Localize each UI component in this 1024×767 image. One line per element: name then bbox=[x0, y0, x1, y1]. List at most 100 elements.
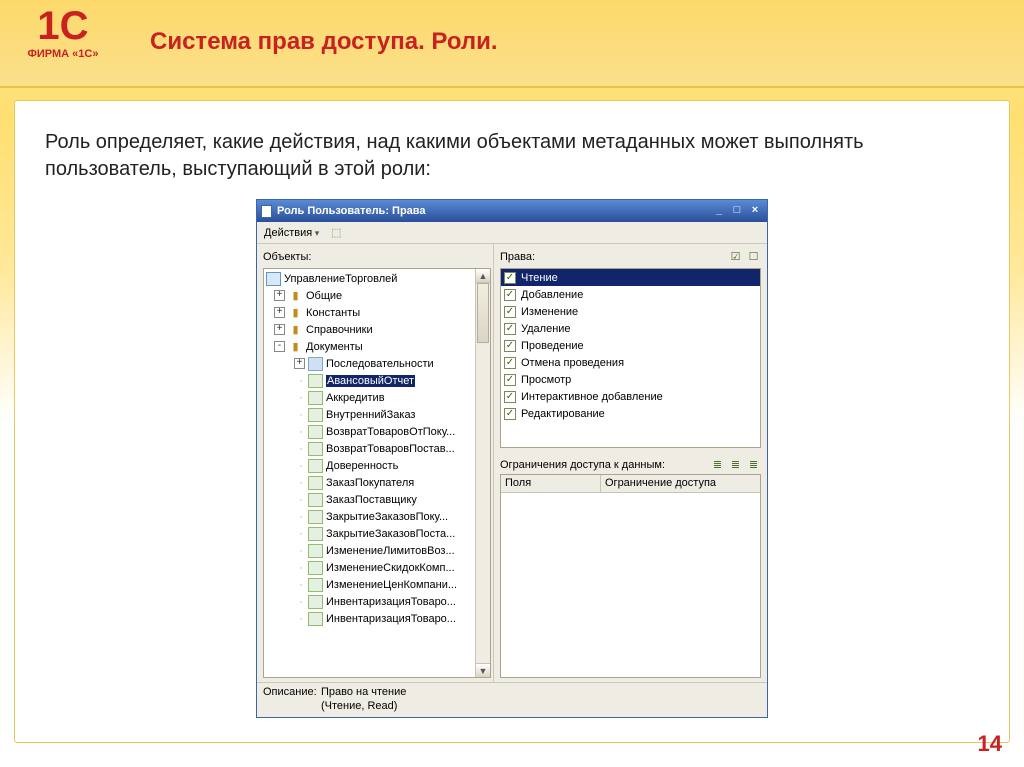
checkbox-icon[interactable]: ✓ bbox=[504, 374, 516, 386]
tree-connector-icon: · bbox=[294, 545, 308, 557]
tree-scrollbar[interactable]: ▲ ▼ bbox=[475, 269, 490, 677]
tree-document[interactable]: ·ВнутреннийЗаказ bbox=[264, 406, 490, 423]
right-label: Просмотр bbox=[521, 374, 571, 386]
document-icon bbox=[308, 595, 323, 609]
tree-document[interactable]: ·ИзменениеЦенКомпани... bbox=[264, 576, 490, 593]
tree-document[interactable]: ·ИзменениеЛимитовВоз... bbox=[264, 542, 490, 559]
restrictions-label: Ограничения доступа к данным: bbox=[500, 459, 665, 471]
right-item[interactable]: ✓ Редактирование bbox=[501, 405, 760, 422]
tree-document[interactable]: ·ВозвратТоваровОтПоку... bbox=[264, 423, 490, 440]
description-text: Право на чтение(Чтение, Read) bbox=[321, 686, 761, 714]
folder-icon: ▮ bbox=[288, 323, 303, 337]
checkbox-icon[interactable]: ✓ bbox=[504, 391, 516, 403]
right-item[interactable]: ✓Проведение bbox=[501, 337, 760, 354]
rights-pane: Права: ☑ ☐ ✓Чтение✓Добавление✓Изменение✓… bbox=[494, 244, 767, 682]
document-icon bbox=[308, 510, 323, 524]
right-item[interactable]: ✓ Интерактивное добавление bbox=[501, 388, 760, 405]
document-icon bbox=[308, 442, 323, 456]
tree-connector-icon: · bbox=[294, 426, 308, 438]
uncheck-all-icon[interactable]: ☐ bbox=[746, 250, 761, 264]
restrictions-grid[interactable]: Поля Ограничение доступа bbox=[500, 474, 761, 678]
checkbox-icon[interactable]: ✓ bbox=[504, 272, 516, 284]
scroll-down-icon[interactable]: ▼ bbox=[476, 663, 490, 677]
tree-group[interactable]: +▮Справочники bbox=[264, 321, 490, 338]
right-item[interactable]: ✓Отмена проведения bbox=[501, 354, 760, 371]
grid-col-restriction[interactable]: Ограничение доступа bbox=[601, 475, 760, 492]
tree-document[interactable]: ·ИзменениеСкидокКомп... bbox=[264, 559, 490, 576]
description-bar: Описание: Право на чтение(Чтение, Read) bbox=[257, 682, 767, 717]
document-icon bbox=[308, 578, 323, 592]
document-icon bbox=[308, 408, 323, 422]
checkbox-icon[interactable]: ✓ bbox=[504, 357, 516, 369]
right-item[interactable]: ✓Чтение bbox=[501, 269, 760, 286]
maximize-button[interactable]: □ bbox=[729, 204, 745, 218]
edit-restriction-icon[interactable]: ≣ bbox=[728, 458, 743, 472]
right-item[interactable]: ✓Изменение bbox=[501, 303, 760, 320]
expander-icon[interactable]: + bbox=[274, 307, 285, 318]
tree-connector-icon: · bbox=[294, 579, 308, 591]
tree-document[interactable]: ·ВозвратТоваровПостав... bbox=[264, 440, 490, 457]
right-label: Интерактивное добавление bbox=[521, 391, 663, 403]
tree-document[interactable]: ·Аккредитив bbox=[264, 389, 490, 406]
right-item[interactable]: ✓ Добавление bbox=[501, 286, 760, 303]
close-button[interactable]: × bbox=[747, 204, 763, 218]
window-title: Роль Пользователь: Права bbox=[277, 205, 426, 217]
document-icon bbox=[308, 357, 323, 371]
expander-icon[interactable]: - bbox=[274, 341, 285, 352]
tree-document[interactable]: ·ИнвентаризацияТоваро... bbox=[264, 610, 490, 627]
document-icon bbox=[308, 561, 323, 575]
right-item[interactable]: ✓ Удаление bbox=[501, 320, 760, 337]
add-restriction-icon[interactable]: ≣ bbox=[710, 458, 725, 472]
objects-tree[interactable]: УправлениеТорговлей+▮Общие+▮Константы+▮С… bbox=[263, 268, 491, 678]
tree-document[interactable]: ·ИнвентаризацияТоваро... bbox=[264, 593, 490, 610]
expander-icon[interactable]: + bbox=[274, 324, 285, 335]
slide: 1C ФИРМА «1С» Система прав доступа. Роли… bbox=[0, 0, 1024, 767]
scroll-up-icon[interactable]: ▲ bbox=[476, 269, 490, 283]
document-icon bbox=[308, 493, 323, 507]
check-all-icon[interactable]: ☑ bbox=[728, 250, 743, 264]
grid-col-fields[interactable]: Поля bbox=[501, 475, 601, 492]
scroll-thumb[interactable] bbox=[477, 283, 489, 343]
checkbox-icon[interactable]: ✓ bbox=[504, 340, 516, 352]
tree-root[interactable]: УправлениеТорговлей bbox=[264, 270, 490, 287]
document-icon bbox=[308, 459, 323, 473]
right-label: Добавление bbox=[521, 289, 583, 301]
document-icon bbox=[308, 374, 323, 388]
tree-connector-icon: · bbox=[294, 511, 308, 523]
content-area: Роль определяет, какие действия, над как… bbox=[14, 100, 1010, 743]
tree-document[interactable]: ·АвансовыйОтчет bbox=[264, 372, 490, 389]
tree-connector-icon: · bbox=[294, 392, 308, 404]
tree-document[interactable]: +Последовательности bbox=[264, 355, 490, 372]
tree-connector-icon: · bbox=[294, 562, 308, 574]
actions-menu[interactable]: Действия ▾ bbox=[261, 227, 322, 239]
tree-group[interactable]: +▮Общие bbox=[264, 287, 490, 304]
delete-restriction-icon[interactable]: ≣ bbox=[746, 458, 761, 472]
right-label: Редактирование bbox=[521, 408, 605, 420]
titlebar[interactable]: Роль Пользователь: Права _ □ × bbox=[257, 200, 767, 222]
rights-list[interactable]: ✓Чтение✓Добавление✓Изменение✓Удаление✓Пр… bbox=[500, 268, 761, 448]
checkbox-icon[interactable]: ✓ bbox=[504, 323, 516, 335]
document-icon bbox=[261, 205, 272, 218]
tree-document[interactable]: ·ЗакрытиеЗаказовПоста... bbox=[264, 525, 490, 542]
tree-document[interactable]: ·ЗаказПоставщику bbox=[264, 491, 490, 508]
tree-document[interactable]: ·ЗакрытиеЗаказовПоку... bbox=[264, 508, 490, 525]
checkbox-icon[interactable]: ✓ bbox=[504, 289, 516, 301]
tree-group[interactable]: -▮Документы bbox=[264, 338, 490, 355]
tree-document[interactable]: ·Доверенность bbox=[264, 457, 490, 474]
checkbox-icon[interactable]: ✓ bbox=[504, 306, 516, 318]
right-label: Удаление bbox=[521, 323, 571, 335]
tree-connector-icon: · bbox=[294, 443, 308, 455]
expander-icon[interactable]: + bbox=[274, 290, 285, 301]
right-item[interactable]: ✓ Просмотр bbox=[501, 371, 760, 388]
expander-icon[interactable]: + bbox=[294, 358, 305, 369]
tree-group[interactable]: +▮Константы bbox=[264, 304, 490, 321]
tree-toolbar-icon[interactable]: ⬚ bbox=[328, 225, 344, 241]
logo-mark: 1C bbox=[18, 6, 108, 46]
checkbox-icon[interactable]: ✓ bbox=[504, 408, 516, 420]
tree-document[interactable]: ·ЗаказПокупателя bbox=[264, 474, 490, 491]
logo-caption: ФИРМА «1С» bbox=[18, 48, 108, 60]
minimize-button[interactable]: _ bbox=[711, 204, 727, 218]
document-icon bbox=[308, 476, 323, 490]
document-icon bbox=[308, 527, 323, 541]
rights-label: Права: bbox=[500, 251, 535, 263]
